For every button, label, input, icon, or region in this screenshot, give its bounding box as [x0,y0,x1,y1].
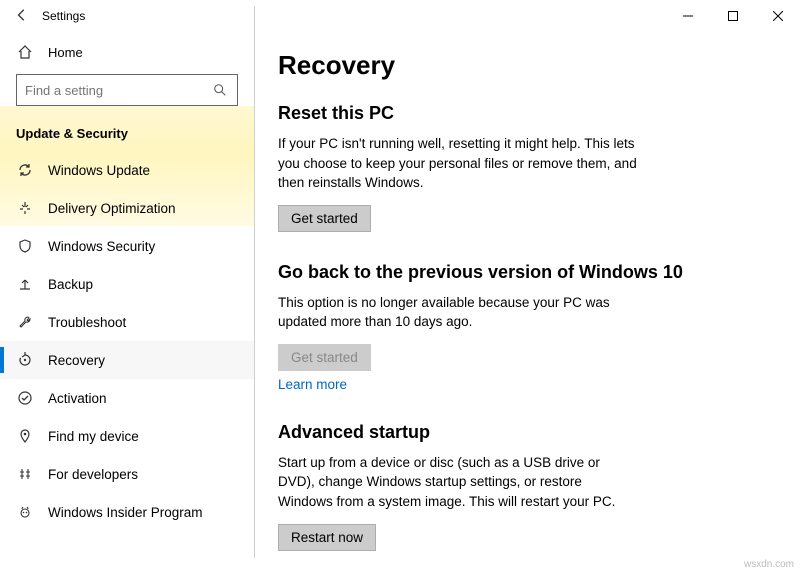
home-nav[interactable]: Home [0,32,254,72]
sidebar-item-label: For developers [48,467,138,482]
check-circle-icon [16,390,34,406]
goback-heading: Go back to the previous version of Windo… [278,262,760,283]
search-icon [211,83,229,97]
sidebar: Home Update & Security Windows Update [0,32,254,574]
wrench-icon [16,314,34,330]
advanced-body: Start up from a device or disc (such as … [278,453,638,512]
sidebar-item-find-my-device[interactable]: Find my device [0,417,254,455]
sidebar-item-troubleshoot[interactable]: Troubleshoot [0,303,254,341]
sidebar-item-activation[interactable]: Activation [0,379,254,417]
sidebar-item-label: Backup [48,277,93,292]
advanced-startup-section: Advanced startup Start up from a device … [278,422,760,551]
goback-body: This option is no longer available becau… [278,293,638,332]
sidebar-item-backup[interactable]: Backup [0,265,254,303]
backup-icon [16,276,34,292]
sidebar-item-label: Recovery [48,353,105,368]
insider-icon [16,504,34,520]
sidebar-section-header: Update & Security [0,118,254,151]
reset-get-started-button[interactable]: Get started [278,205,371,232]
sidebar-item-label: Activation [48,391,107,406]
page-title: Recovery [278,50,760,81]
watermark: wsxdn.com [744,559,794,570]
developers-icon [16,466,34,482]
go-back-section: Go back to the previous version of Windo… [278,262,760,392]
sidebar-item-label: Windows Insider Program [48,505,203,520]
sidebar-item-label: Windows Update [48,163,150,178]
goback-get-started-button: Get started [278,344,371,371]
sidebar-item-label: Windows Security [48,239,155,254]
sidebar-item-delivery-optimization[interactable]: Delivery Optimization [0,189,254,227]
sidebar-item-label: Troubleshoot [48,315,126,330]
sidebar-item-label: Delivery Optimization [48,201,176,216]
back-button[interactable] [8,8,36,25]
sync-icon [16,162,34,178]
reset-pc-section: Reset this PC If your PC isn't running w… [278,103,760,232]
sidebar-item-windows-security[interactable]: Windows Security [0,227,254,265]
search-field[interactable] [25,83,211,98]
sidebar-item-label: Find my device [48,429,139,444]
home-label: Home [48,45,83,60]
restart-now-button[interactable]: Restart now [278,524,376,551]
sidebar-item-recovery[interactable]: Recovery [0,341,254,379]
reset-heading: Reset this PC [278,103,760,124]
advanced-heading: Advanced startup [278,422,760,443]
titlebar: Settings [0,0,800,32]
window-title: Settings [42,9,85,23]
home-icon [16,44,34,60]
reset-body: If your PC isn't running well, resetting… [278,134,638,193]
content-area: Recovery Reset this PC If your PC isn't … [254,32,800,574]
recovery-icon [16,352,34,368]
sidebar-item-insider-program[interactable]: Windows Insider Program [0,493,254,531]
delivery-icon [16,200,34,216]
shield-icon [16,238,34,254]
location-icon [16,428,34,444]
learn-more-link[interactable]: Learn more [278,377,347,392]
minimize-button[interactable] [665,0,710,32]
maximize-button[interactable] [710,0,755,32]
sidebar-item-for-developers[interactable]: For developers [0,455,254,493]
close-button[interactable] [755,0,800,32]
sidebar-item-windows-update[interactable]: Windows Update [0,151,254,189]
search-input[interactable] [16,74,238,106]
